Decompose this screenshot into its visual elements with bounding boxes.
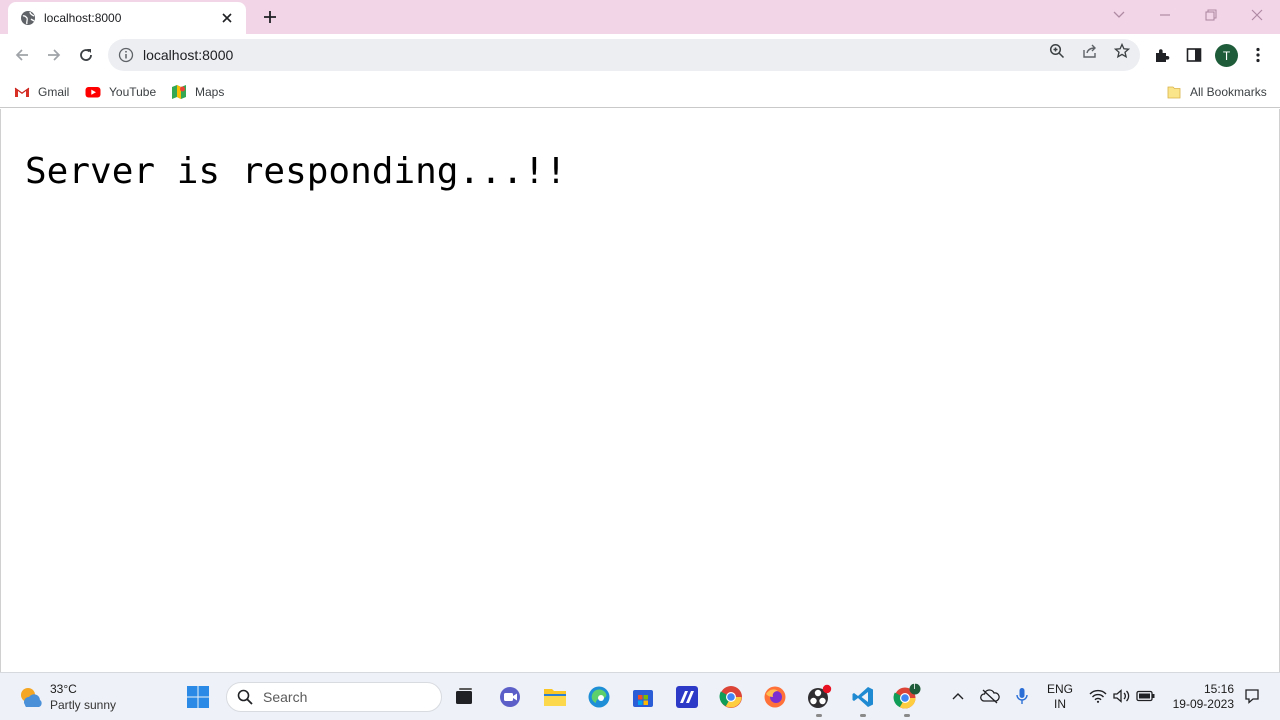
bookmark-gmail[interactable]: Gmail xyxy=(14,82,69,102)
microsoft-store-icon[interactable] xyxy=(629,683,657,711)
more-menu-icon[interactable] xyxy=(1247,44,1269,66)
bookmark-youtube[interactable]: YouTube xyxy=(85,82,156,102)
onedrive-cloud-icon[interactable] xyxy=(979,685,1001,707)
tab-strip: localhost:8000 xyxy=(0,0,1280,34)
maps-icon xyxy=(171,84,187,100)
running-indicator xyxy=(860,714,866,717)
file-explorer-icon[interactable] xyxy=(541,683,569,711)
weather-widget[interactable]: 33°C Partly sunny xyxy=(16,679,116,715)
language-code: ENG xyxy=(1046,682,1073,696)
chrome-profile-badge: T xyxy=(912,682,917,691)
url-text: localhost:8000 xyxy=(143,47,234,63)
running-indicator xyxy=(904,714,910,717)
task-view-icon[interactable] xyxy=(450,683,478,711)
side-panel-icon[interactable] xyxy=(1183,44,1205,66)
language-indicator[interactable]: ENG IN xyxy=(1044,682,1076,712)
zoom-icon[interactable] xyxy=(1048,42,1066,60)
start-button[interactable] xyxy=(184,683,212,711)
minimize-icon[interactable] xyxy=(1152,4,1178,26)
tab-title: localhost:8000 xyxy=(44,11,122,25)
all-bookmarks-button[interactable]: All Bookmarks xyxy=(1166,82,1267,102)
region-code: IN xyxy=(1054,697,1066,711)
notifications-icon[interactable] xyxy=(1241,685,1263,707)
tab-localhost[interactable]: localhost:8000 xyxy=(8,2,246,34)
windows-taskbar: 33°C Partly sunny Search T ENG IN 15:16 … xyxy=(0,672,1280,720)
chrome-icon[interactable] xyxy=(717,683,745,711)
taskbar-search[interactable]: Search xyxy=(226,682,442,712)
address-bar[interactable]: localhost:8000 xyxy=(108,39,1140,71)
firefox-icon[interactable] xyxy=(761,683,789,711)
microphone-icon[interactable] xyxy=(1011,685,1033,707)
weather-temperature: 33°C xyxy=(50,682,77,696)
teams-chat-icon[interactable] xyxy=(496,683,524,711)
gmail-icon xyxy=(14,84,30,100)
extensions-icon[interactable] xyxy=(1151,44,1173,66)
show-hidden-icons-chevron[interactable] xyxy=(947,685,969,707)
clock[interactable]: 15:16 19-09-2023 xyxy=(1164,682,1234,712)
reload-button[interactable] xyxy=(73,42,99,68)
bookmarks-bar: Gmail YouTube Maps All Bookmarks xyxy=(0,76,1280,108)
volume-icon[interactable] xyxy=(1111,685,1133,707)
site-info-icon[interactable] xyxy=(118,47,134,63)
search-label: Search xyxy=(263,689,308,705)
search-icon xyxy=(237,689,253,705)
running-indicator xyxy=(816,714,822,717)
bookmark-star-icon[interactable] xyxy=(1113,42,1131,60)
partly-sunny-icon xyxy=(16,683,44,711)
browser-toolbar: localhost:8000 T xyxy=(0,34,1280,76)
share-icon[interactable] xyxy=(1081,42,1099,60)
tab-search-chevron-icon[interactable] xyxy=(1106,4,1132,26)
new-tab-button[interactable] xyxy=(258,6,282,28)
bookmark-maps[interactable]: Maps xyxy=(171,82,224,102)
restore-icon[interactable] xyxy=(1198,4,1224,26)
close-window-icon[interactable] xyxy=(1244,4,1270,26)
page-content: Server is responding...!! xyxy=(0,109,1280,672)
forward-button[interactable] xyxy=(41,42,67,68)
youtube-icon xyxy=(85,84,101,100)
close-tab-icon[interactable] xyxy=(218,9,236,27)
folder-icon xyxy=(1166,84,1182,100)
bookmark-label: Maps xyxy=(195,85,225,99)
all-bookmarks-label: All Bookmarks xyxy=(1190,85,1267,99)
weather-condition: Partly sunny xyxy=(50,698,117,712)
obs-studio-icon[interactable] xyxy=(805,683,833,711)
app-launcher-icon[interactable] xyxy=(673,683,701,711)
chrome-profile-icon[interactable]: T xyxy=(893,682,921,711)
clock-date: 19-09-2023 xyxy=(1172,697,1234,711)
edge-browser-icon[interactable] xyxy=(585,683,613,711)
vscode-icon[interactable] xyxy=(849,683,877,711)
page-heading: Server is responding...!! xyxy=(25,151,567,192)
bookmark-label: YouTube xyxy=(109,85,157,99)
wifi-icon[interactable] xyxy=(1087,685,1109,707)
battery-icon[interactable] xyxy=(1135,685,1157,707)
profile-avatar[interactable]: T xyxy=(1215,44,1238,67)
globe-icon xyxy=(20,10,36,26)
back-button[interactable] xyxy=(9,42,35,68)
bookmark-label: Gmail xyxy=(38,85,70,99)
clock-time: 15:16 xyxy=(1203,682,1234,696)
